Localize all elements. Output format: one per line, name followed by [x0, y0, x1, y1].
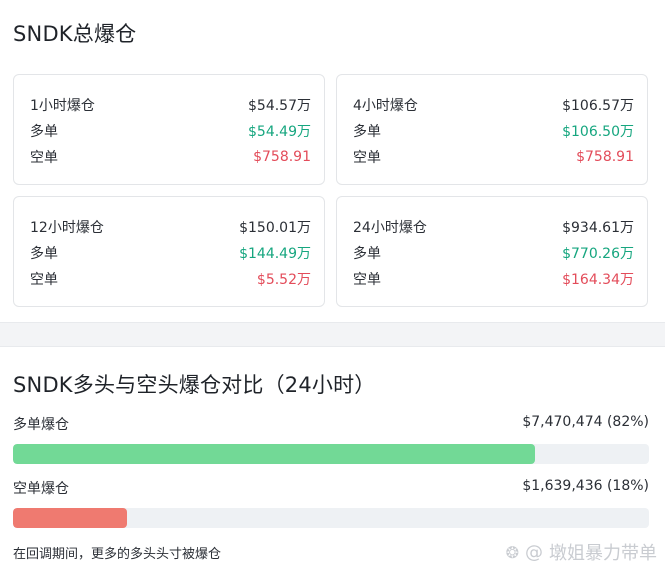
card-total: $934.61万	[562, 220, 634, 236]
long-label: 多单	[353, 246, 381, 262]
short-liquidation-bar	[13, 508, 649, 528]
long-value: $770.26万	[562, 246, 634, 262]
card-period: 1小时爆仓	[30, 98, 95, 114]
card-total: $106.57万	[562, 98, 634, 114]
short-liquidation-value: $1,639,436 (18%)	[522, 478, 649, 494]
short-label: 空单	[30, 150, 58, 166]
long-liquidation-bar	[13, 444, 649, 464]
long-liquidation-value: $7,470,474 (82%)	[522, 414, 649, 430]
long-label: 多单	[30, 124, 58, 140]
long-liquidation-bar-fill	[13, 444, 535, 464]
short-label: 空单	[353, 150, 381, 166]
card-total: $150.01万	[239, 220, 311, 236]
short-label: 空单	[30, 272, 58, 288]
card-period: 12小时爆仓	[30, 220, 104, 236]
short-liquidation-bar-fill	[13, 508, 128, 528]
long-value: $54.49万	[248, 124, 311, 140]
short-value: $5.52万	[256, 272, 311, 288]
total-liquidation-title: SNDK总爆仓	[13, 22, 137, 46]
card-1h: 1小时爆仓 $54.57万 多单 $54.49万 空单 $758.91	[13, 74, 325, 185]
long-value: $144.49万	[239, 246, 311, 262]
card-4h: 4小时爆仓 $106.57万 多单 $106.50万 空单 $758.91	[336, 74, 648, 185]
short-value: $164.34万	[562, 272, 634, 288]
long-liquidation-label: 多单爆仓	[13, 417, 69, 433]
total-liquidation-panel: SNDK总爆仓 1小时爆仓 $54.57万 多单 $54.49万 空单 $758.91…	[0, 0, 665, 323]
watermark-at: @	[525, 541, 543, 563]
long-value: $106.50万	[562, 124, 634, 140]
long-short-comparison-panel: SNDK多头与空头爆仓对比（24小时） 多单爆仓 $7,470,474 (82%…	[0, 346, 665, 579]
watermark-text: 墩姐暴力带单	[549, 543, 657, 564]
long-label: 多单	[30, 246, 58, 262]
short-value: $758.91	[576, 149, 634, 165]
short-liquidation-label: 空单爆仓	[13, 481, 69, 497]
watermark: ❂ @ 墩姐暴力带单	[506, 539, 657, 565]
short-label: 空单	[353, 272, 381, 288]
card-period: 24小时爆仓	[353, 220, 427, 236]
card-period: 4小时爆仓	[353, 98, 418, 114]
comparison-title: SNDK多头与空头爆仓对比（24小时）	[13, 373, 376, 397]
card-12h: 12小时爆仓 $150.01万 多单 $144.49万 空单 $5.52万	[13, 196, 325, 307]
weibo-logo-icon: ❂	[505, 542, 519, 562]
card-24h: 24小时爆仓 $934.61万 多单 $770.26万 空单 $164.34万	[336, 196, 648, 307]
card-total: $54.57万	[248, 98, 311, 114]
short-value: $758.91	[253, 149, 311, 165]
long-label: 多单	[353, 124, 381, 140]
comparison-note: 在回调期间，更多的多头头寸被爆仓	[13, 547, 222, 562]
